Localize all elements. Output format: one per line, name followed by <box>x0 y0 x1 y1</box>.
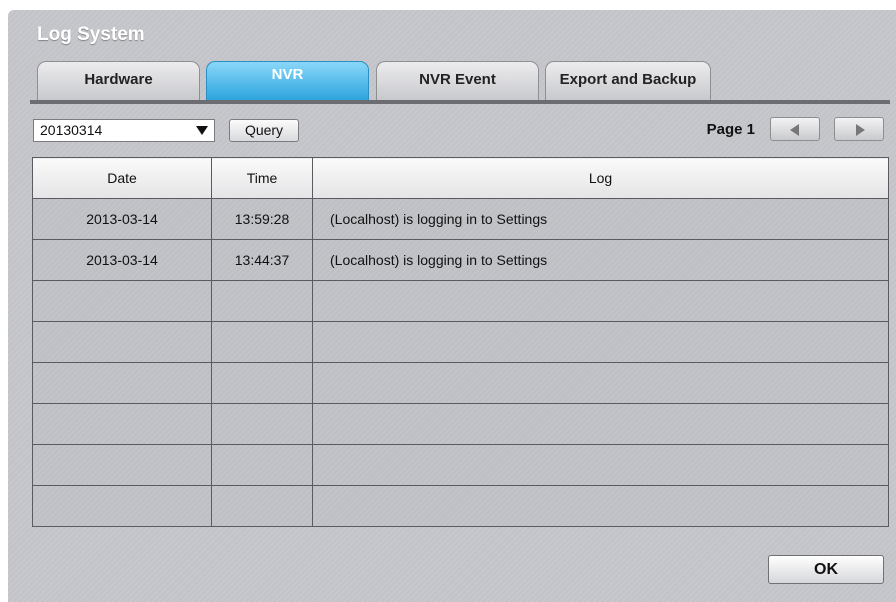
date-cell <box>32 403 212 445</box>
tab-underline <box>30 100 890 104</box>
prev-page-button[interactable] <box>770 117 820 141</box>
date-cell <box>32 444 212 486</box>
date-cell <box>32 321 212 363</box>
table-row <box>32 403 889 445</box>
table-row <box>32 321 889 363</box>
table-row <box>32 485 889 527</box>
time-cell: 13:59:28 <box>211 198 313 240</box>
query-button[interactable]: Query <box>229 119 299 142</box>
column-header-time: Time <box>211 157 313 199</box>
triangle-right-icon <box>856 124 865 136</box>
date-select-value: 20130314 <box>40 122 103 138</box>
log-cell <box>312 321 889 363</box>
date-cell: 2013-03-14 <box>32 239 212 281</box>
table-row <box>32 362 889 404</box>
time-cell <box>211 321 313 363</box>
column-header-date: Date <box>32 157 212 199</box>
time-cell <box>211 362 313 404</box>
tab-export-and-backup[interactable]: Export and Backup <box>545 61 711 101</box>
log-cell <box>312 362 889 404</box>
column-header-log: Log <box>312 157 889 199</box>
time-cell: 13:44:37 <box>211 239 313 281</box>
window-title: Log System <box>37 24 145 45</box>
date-cell <box>32 280 212 322</box>
tab-export-and-backup-label: Export and Backup <box>559 71 697 88</box>
date-cell <box>32 485 212 527</box>
tab-hardware[interactable]: Hardware <box>37 61 200 101</box>
table-header-row: Date Time Log <box>32 157 889 199</box>
triangle-left-icon <box>790 124 799 136</box>
time-cell <box>211 444 313 486</box>
chevron-down-icon <box>196 126 208 135</box>
time-cell <box>211 403 313 445</box>
tab-nvr[interactable]: NVR <box>206 61 369 101</box>
time-cell <box>211 280 313 322</box>
table-row[interactable]: 2013-03-14 13:44:37 (Localhost) is loggi… <box>32 239 889 281</box>
next-page-button[interactable] <box>834 117 884 141</box>
log-cell <box>312 444 889 486</box>
time-cell <box>211 485 313 527</box>
tab-nvr-label: NVR <box>271 66 304 83</box>
log-cell <box>312 280 889 322</box>
tab-hardware-label: Hardware <box>84 71 153 88</box>
page-indicator: Page 1 <box>706 121 755 138</box>
date-select[interactable]: 20130314 <box>33 119 215 142</box>
table-row <box>32 280 889 322</box>
log-cell <box>312 403 889 445</box>
date-cell <box>32 362 212 404</box>
log-cell: (Localhost) is logging in to Settings <box>312 198 889 240</box>
log-table: Date Time Log 2013-03-14 13:59:28 (Local… <box>32 157 889 527</box>
tab-nvr-event-label: NVR Event <box>419 71 496 88</box>
ok-button[interactable]: OK <box>768 555 884 584</box>
tab-nvr-event[interactable]: NVR Event <box>376 61 539 101</box>
table-row[interactable]: 2013-03-14 13:59:28 (Localhost) is loggi… <box>32 198 889 240</box>
log-cell <box>312 485 889 527</box>
date-cell: 2013-03-14 <box>32 198 212 240</box>
table-row <box>32 444 889 486</box>
log-cell: (Localhost) is logging in to Settings <box>312 239 889 281</box>
